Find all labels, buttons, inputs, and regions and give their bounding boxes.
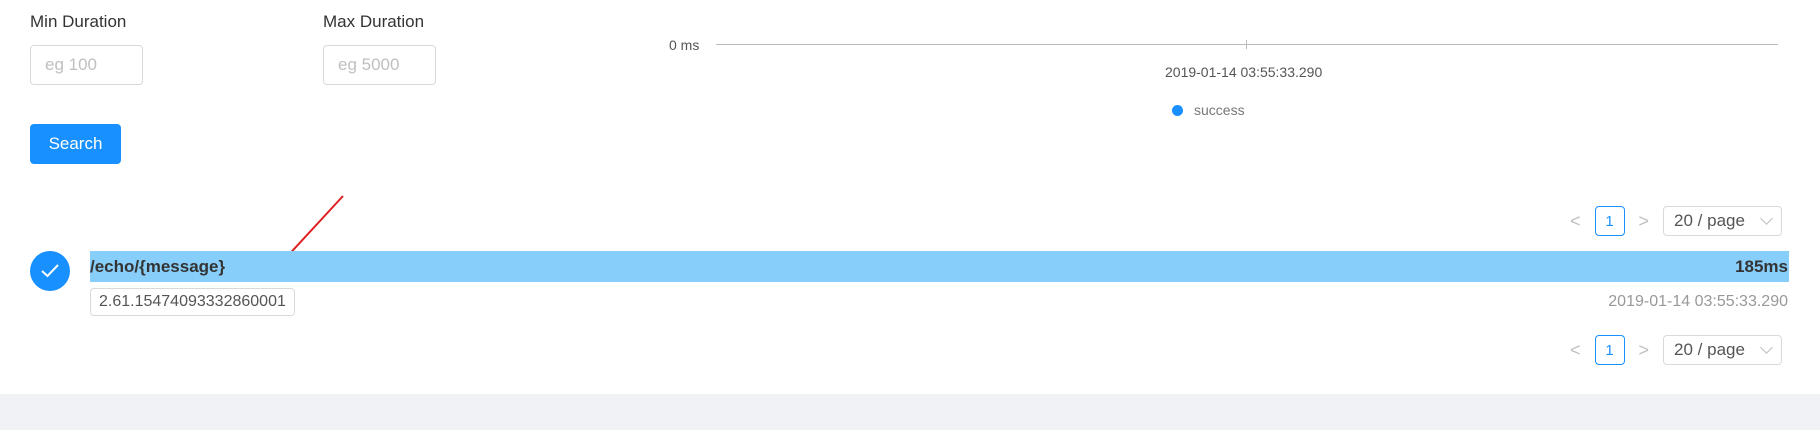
chart-x-tick (1246, 40, 1247, 49)
pagination-next-icon[interactable]: > (1639, 341, 1650, 359)
page-size-select[interactable]: 20 / page (1663, 206, 1783, 236)
pagination-bottom: < 1 > 20 / page (1570, 335, 1783, 365)
chart-axis-line (716, 44, 1778, 45)
min-duration-input[interactable] (30, 45, 143, 85)
legend-success-dot (1172, 105, 1183, 116)
success-status-icon (30, 251, 70, 291)
pagination-next-icon[interactable]: > (1639, 212, 1650, 230)
pagination-prev-icon[interactable]: < (1570, 212, 1581, 230)
trace-timestamp: 2019-01-14 03:55:33.290 (1608, 293, 1788, 310)
pagination-page-1[interactable]: 1 (1594, 335, 1625, 365)
pagination-top: < 1 > 20 / page (1570, 206, 1783, 236)
check-icon (41, 264, 59, 278)
max-duration-label: Max Duration (323, 12, 425, 31)
page-size-select[interactable]: 20 / page (1663, 335, 1783, 365)
chevron-down-icon (1760, 212, 1773, 225)
trace-id-tag[interactable]: 2.61.15474093332860001 (90, 288, 295, 316)
trace-endpoint[interactable]: /echo/{message} (90, 257, 225, 277)
page-footer-band (0, 394, 1820, 430)
legend-success-label[interactable]: success (1194, 102, 1245, 118)
chart-x-tick-label: 2019-01-14 03:55:33.290 (1165, 64, 1323, 80)
trace-duration-bar[interactable] (90, 251, 1789, 282)
search-button[interactable]: Search (30, 124, 121, 164)
trace-duration: 185ms (1735, 257, 1788, 276)
page-size-value: 20 / page (1674, 211, 1745, 230)
pagination-page-1[interactable]: 1 (1594, 206, 1625, 236)
chevron-down-icon (1760, 341, 1773, 354)
min-duration-label: Min Duration (30, 12, 127, 31)
page-size-value: 20 / page (1674, 340, 1745, 359)
chart-y-axis-label: 0 ms (669, 37, 700, 53)
pagination-prev-icon[interactable]: < (1570, 341, 1581, 359)
max-duration-input[interactable] (323, 45, 436, 85)
